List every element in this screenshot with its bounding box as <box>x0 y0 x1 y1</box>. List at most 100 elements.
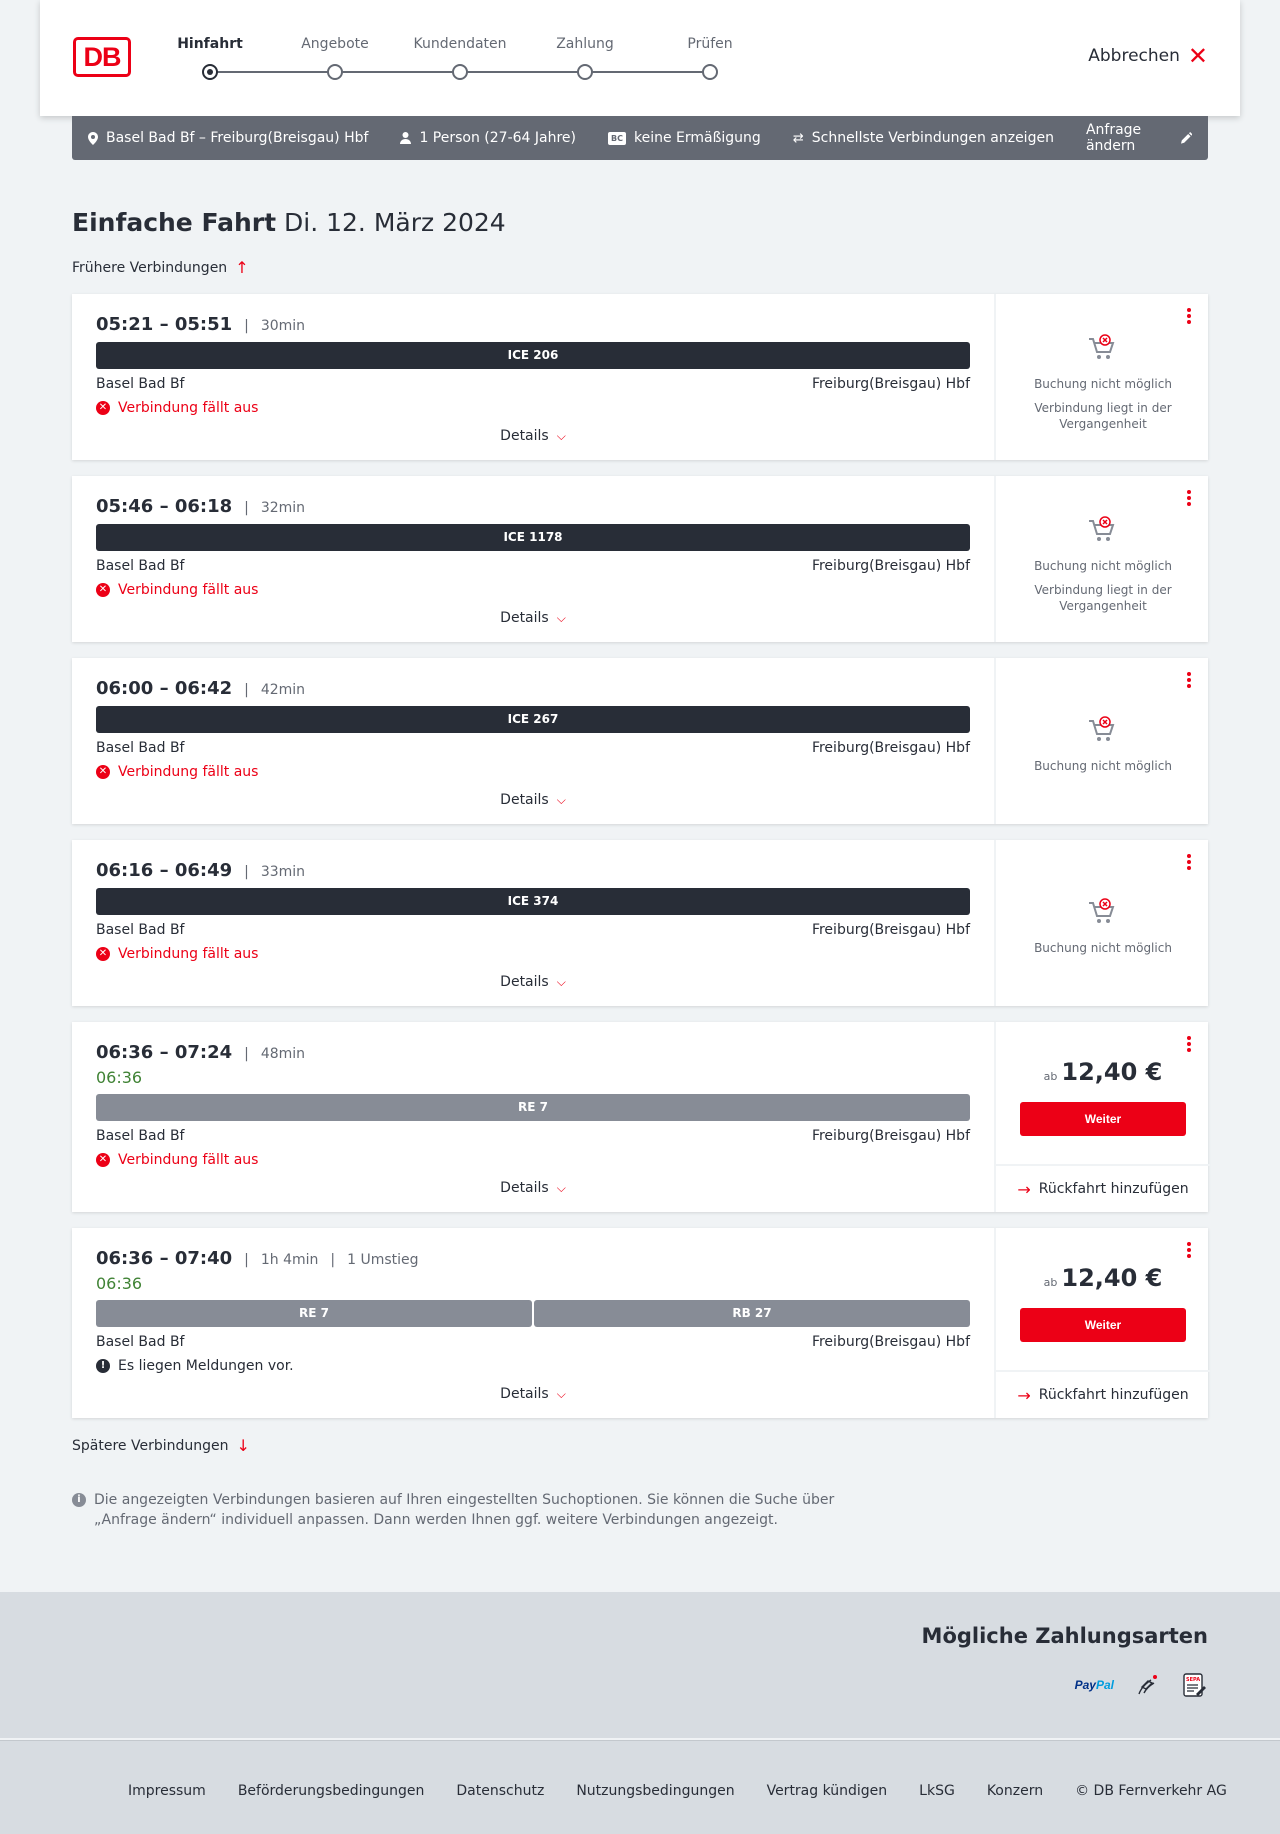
error-icon: ✕ <box>96 947 110 961</box>
booking-unavailable-note: Verbindung liegt in der Vergangenheit <box>1034 583 1172 613</box>
later-connections-link[interactable]: Spätere Verbindungen ↓ <box>72 1436 250 1455</box>
origin-station: Basel Bad Bf <box>96 740 185 756</box>
connection-info: 06:16 – 06:49 | 33min ICE 374 Basel Bad … <box>72 840 994 1006</box>
footer-link-konzern[interactable]: Konzern <box>987 1783 1043 1799</box>
origin-station: Basel Bad Bf <box>96 558 185 574</box>
connection-times: 06:00 – 06:42 | 42min <box>96 678 305 699</box>
footer-link-impressum[interactable]: Impressum <box>128 1783 206 1799</box>
continue-button[interactable]: Weiter <box>1020 1102 1186 1136</box>
earlier-connections-label: Frühere Verbindungen <box>72 259 228 276</box>
svg-text:SEPA: SEPA <box>1186 1677 1200 1683</box>
search-passengers: 1 Person (27-64 Jahre) <box>400 130 576 146</box>
details-label: Details <box>500 974 549 990</box>
transfers: 1 Umstieg <box>347 1252 419 1268</box>
booking-panel: Buchung nicht möglich <box>994 658 1208 824</box>
separator: | <box>244 318 249 334</box>
train-segment[interactable]: ICE 206 <box>96 342 970 369</box>
more-options-icon[interactable] <box>1186 308 1192 328</box>
details-toggle[interactable]: Details ⌵ <box>72 428 994 444</box>
details-toggle[interactable]: Details ⌵ <box>72 610 994 626</box>
cancel-button[interactable]: Abbrechen ✕ <box>1088 44 1208 68</box>
train-segment[interactable]: RB 27 <box>534 1300 970 1327</box>
add-return-trip-label: Rückfahrt hinzufügen <box>1038 1181 1189 1197</box>
info-note: i Die angezeigten Verbindungen basieren … <box>72 1490 852 1530</box>
origin-station: Basel Bad Bf <box>96 376 185 392</box>
continue-button[interactable]: Weiter <box>1020 1308 1186 1342</box>
footer-link-datenschutz[interactable]: Datenschutz <box>456 1783 544 1799</box>
separator: | <box>244 864 249 880</box>
duration: 32min <box>260 500 306 516</box>
error-icon: ✕ <box>96 1153 110 1167</box>
details-label: Details <box>500 428 549 444</box>
details-toggle[interactable]: Details ⌵ <box>72 974 994 990</box>
train-segment[interactable]: ICE 267 <box>96 706 970 733</box>
info-icon: i <box>72 1493 86 1507</box>
cart-unavailable-icon <box>1089 334 1115 359</box>
connection-info: 06:00 – 06:42 | 42min ICE 267 Basel Bad … <box>72 658 994 824</box>
exclamation-icon: ! <box>96 1359 110 1373</box>
info-note-text: Die angezeigten Verbindungen basieren au… <box>94 1492 835 1528</box>
separator: | <box>244 1046 249 1062</box>
more-options-icon[interactable] <box>1186 490 1192 510</box>
footer-links: Impressum Beförderungsbedingungen Datens… <box>128 1783 1227 1799</box>
train-segment[interactable]: ICE 374 <box>96 888 970 915</box>
cancellation-text: Verbindung fällt aus <box>118 946 259 962</box>
error-icon: ✕ <box>96 765 110 779</box>
footer-link-lksg[interactable]: LkSG <box>919 1783 955 1799</box>
footer-link-befoerderungsbedingungen[interactable]: Beförderungsbedingungen <box>238 1783 425 1799</box>
origin-station: Basel Bad Bf <box>96 1128 185 1144</box>
connection-card: 06:16 – 06:49 | 33min ICE 374 Basel Bad … <box>72 840 1208 1006</box>
footer-link-nutzungsbedingungen[interactable]: Nutzungsbedingungen <box>576 1783 734 1799</box>
connection-times: 05:21 – 05:51 | 30min <box>96 314 305 335</box>
cancellation-message: ✕ Verbindung fällt aus <box>96 582 258 598</box>
search-discount-label: keine Ermäßigung <box>633 130 761 146</box>
error-icon: ✕ <box>96 401 110 415</box>
train-segment[interactable]: RE 7 <box>96 1300 532 1327</box>
price-prefix: ab <box>1043 1276 1058 1289</box>
more-options-icon[interactable] <box>1186 672 1192 692</box>
add-return-trip-button[interactable]: → Rückfahrt hinzufügen <box>996 1370 1210 1418</box>
search-passengers-label: 1 Person (27-64 Jahre) <box>419 130 576 146</box>
location-pin-icon <box>88 131 98 145</box>
step-label-kundendaten: Kundendaten <box>413 36 507 52</box>
details-label: Details <box>500 1386 549 1402</box>
step-label-angebote: Angebote <box>301 36 369 52</box>
more-options-icon[interactable] <box>1186 1242 1192 1262</box>
booking-unavailable-label: Buchung nicht möglich <box>1034 941 1172 955</box>
arrow-down-icon: ↓ <box>236 1436 250 1455</box>
destination-station: Freiburg(Breisgau) Hbf <box>811 740 970 756</box>
details-toggle[interactable]: Details ⌵ <box>72 1386 994 1402</box>
destination-station: Freiburg(Breisgau) Hbf <box>811 376 970 392</box>
page-title: Einfache Fahrt Di. 12. März 2024 <box>72 208 506 237</box>
connection-card: 05:46 – 06:18 | 32min ICE 1178 Basel Bad… <box>72 476 1208 642</box>
separator: | <box>244 682 249 698</box>
pencil-icon <box>1180 132 1192 144</box>
cancellation-message: ✕ Verbindung fällt aus <box>96 400 258 416</box>
booking-panel: Buchung nicht möglich Verbindung liegt i… <box>994 476 1208 642</box>
train-segment[interactable]: RE 7 <box>96 1094 970 1121</box>
add-return-trip-button[interactable]: → Rückfahrt hinzufügen <box>996 1164 1210 1212</box>
search-route: Basel Bad Bf – Freiburg(Breisgau) Hbf <box>88 130 368 146</box>
paypal-icon: PayPal <box>1074 1678 1114 1692</box>
earlier-connections-link[interactable]: Frühere Verbindungen ↑ <box>72 258 249 277</box>
price: ab 12,40 € <box>996 1058 1210 1086</box>
origin-station: Basel Bad Bf <box>96 922 185 938</box>
duration: 1h 4min <box>260 1252 319 1268</box>
more-options-icon[interactable] <box>1186 1036 1192 1056</box>
details-toggle[interactable]: Details ⌵ <box>72 1180 994 1196</box>
search-discount: BC keine Ermäßigung <box>608 130 761 146</box>
train-segment[interactable]: ICE 1178 <box>96 524 970 551</box>
connection-card: 06:36 – 07:40 | 1h 4min | 1 Umstieg 06:3… <box>72 1228 1210 1418</box>
arrow-up-icon: ↑ <box>235 258 249 277</box>
time-range: 06:00 – 06:42 <box>96 678 233 699</box>
separator: | <box>330 1252 336 1268</box>
cancellation-message: ✕ Verbindung fällt aus <box>96 764 258 780</box>
cancellation-text: Verbindung fällt aus <box>118 400 259 416</box>
more-options-icon[interactable] <box>1186 854 1192 874</box>
details-label: Details <box>500 792 549 808</box>
error-icon: ✕ <box>96 583 110 597</box>
time-range: 05:46 – 06:18 <box>96 496 233 517</box>
footer-link-vertrag-kuendigen[interactable]: Vertrag kündigen <box>767 1783 888 1799</box>
edit-search-button[interactable]: Anfrage ändern <box>1086 122 1192 154</box>
details-toggle[interactable]: Details ⌵ <box>72 792 994 808</box>
